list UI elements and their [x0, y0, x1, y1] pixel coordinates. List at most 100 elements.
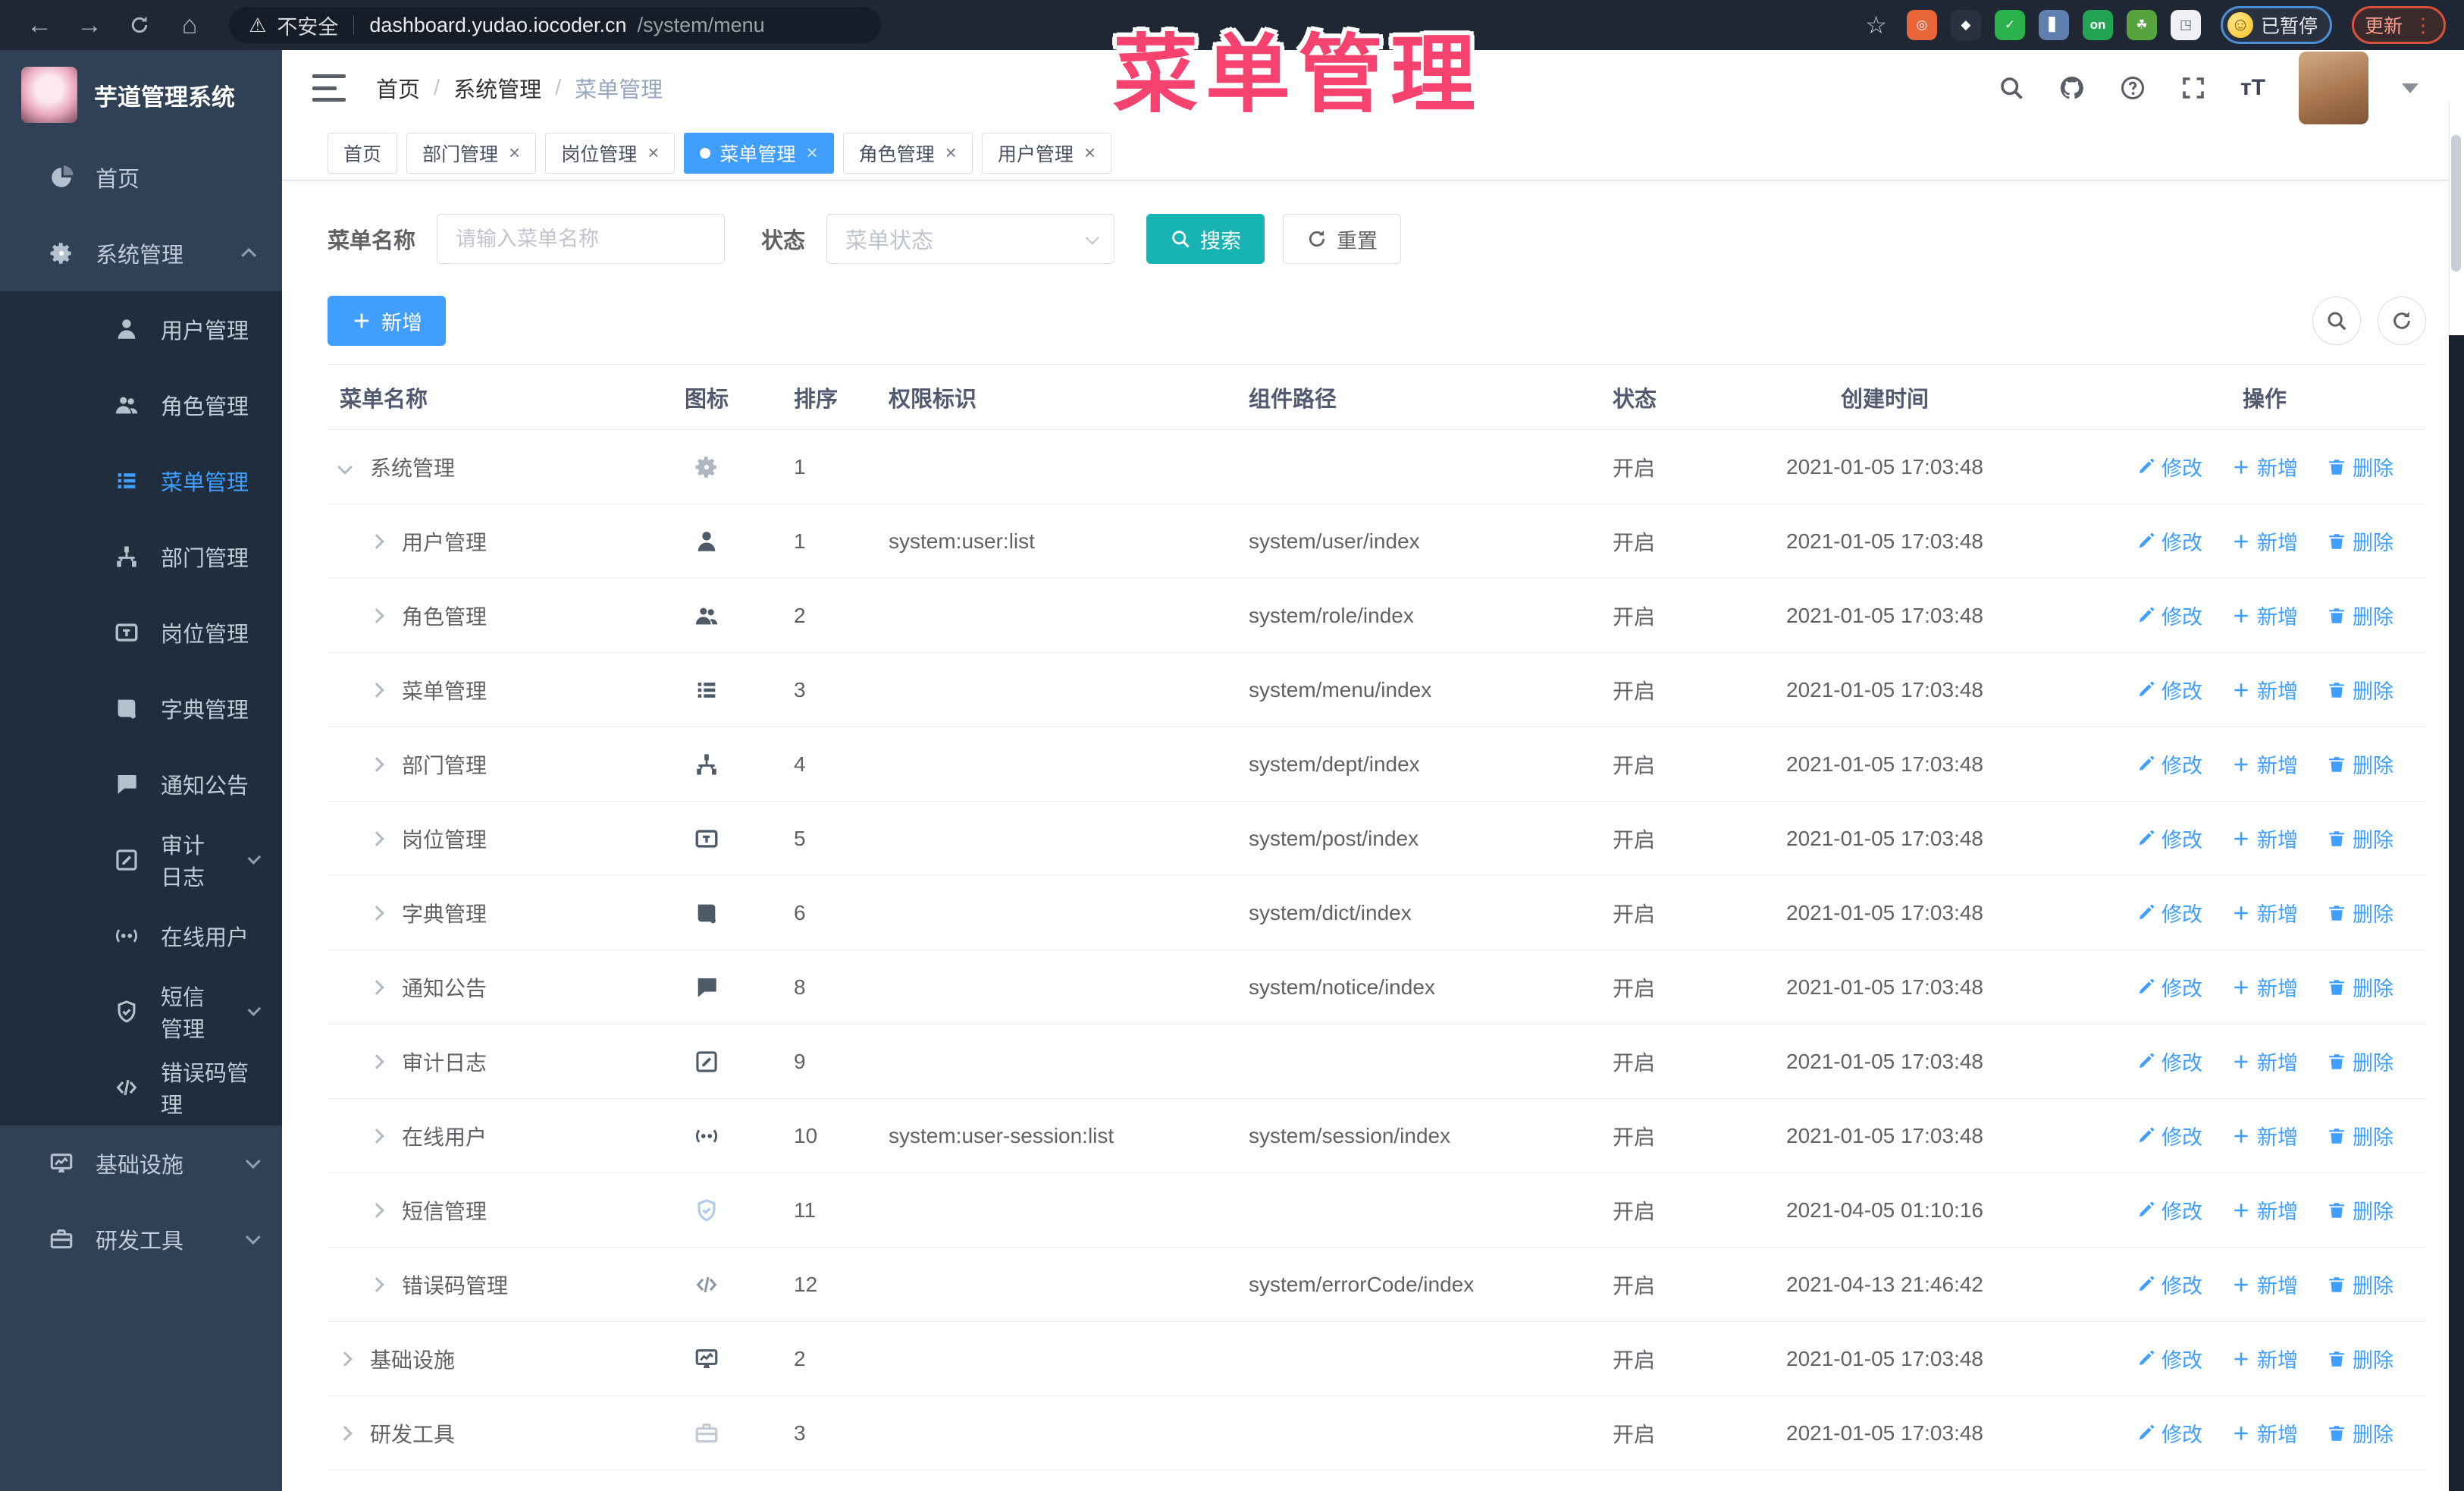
edit-link[interactable]: 修改 [2136, 601, 2202, 630]
status-select[interactable]: 菜单状态 [826, 214, 1115, 264]
expand-chevron-icon[interactable] [369, 979, 384, 995]
logo[interactable]: 芋道管理系统 [0, 50, 282, 140]
expand-chevron-icon[interactable] [337, 1425, 353, 1441]
delete-link[interactable]: 删除 [2327, 1121, 2393, 1150]
add-child-link[interactable]: 新增 [2231, 452, 2298, 482]
sidebar-item[interactable]: 字典管理 [0, 670, 282, 746]
delete-link[interactable]: 删除 [2327, 452, 2393, 482]
expand-chevron-icon[interactable] [369, 1053, 384, 1069]
extension-icon[interactable]: ◎ [1906, 10, 1937, 40]
hamburger-menu-icon[interactable] [312, 74, 346, 102]
browser-home-button[interactable]: ⌂ [168, 7, 211, 43]
edit-link[interactable]: 修改 [2136, 898, 2202, 928]
extension-icon[interactable]: ▋ [2038, 10, 2069, 40]
edit-link[interactable]: 修改 [2136, 749, 2202, 779]
add-child-link[interactable]: 新增 [2231, 1121, 2298, 1150]
delete-link[interactable]: 删除 [2327, 749, 2393, 779]
expand-chevron-icon[interactable] [337, 459, 353, 475]
tab-close-icon[interactable]: × [1084, 141, 1096, 165]
add-child-link[interactable]: 新增 [2231, 749, 2298, 779]
tag-tab[interactable]: 菜单管理 × [684, 132, 834, 174]
delete-link[interactable]: 删除 [2327, 601, 2393, 630]
edit-link[interactable]: 修改 [2136, 452, 2202, 482]
add-child-link[interactable]: 新增 [2231, 1195, 2298, 1225]
expand-chevron-icon[interactable] [369, 756, 384, 772]
add-child-link[interactable]: 新增 [2231, 1047, 2298, 1076]
browser-forward-button[interactable]: → [68, 7, 111, 43]
tag-tab[interactable]: 角色管理 × [842, 132, 973, 174]
browser-update-button[interactable]: 更新 ⋮ [2351, 6, 2446, 44]
add-child-link[interactable]: 新增 [2231, 972, 2298, 1002]
bookmark-star-icon[interactable]: ☆ [1865, 11, 1887, 39]
tab-close-icon[interactable]: × [509, 141, 520, 165]
delete-link[interactable]: 删除 [2327, 1195, 2393, 1225]
expand-chevron-icon[interactable] [369, 682, 384, 698]
delete-link[interactable]: 删除 [2327, 898, 2393, 928]
browser-reload-button[interactable] [118, 7, 161, 43]
expand-chevron-icon[interactable] [369, 830, 384, 846]
toggle-search-button[interactable] [2312, 297, 2361, 345]
delete-link[interactable]: 删除 [2327, 1418, 2393, 1448]
delete-link[interactable]: 删除 [2327, 824, 2393, 853]
add-child-link[interactable]: 新增 [2231, 526, 2298, 556]
edit-link[interactable]: 修改 [2136, 1344, 2202, 1373]
avatar-dropdown-caret-icon[interactable] [2402, 83, 2419, 93]
sidebar-item[interactable]: 菜单管理 [0, 443, 282, 519]
edit-link[interactable]: 修改 [2136, 1121, 2202, 1150]
edit-link[interactable]: 修改 [2136, 675, 2202, 705]
extension-icon[interactable]: on [2082, 10, 2113, 40]
delete-link[interactable]: 删除 [2327, 1270, 2393, 1299]
page-scrollbar[interactable] [2449, 100, 2464, 1491]
add-child-link[interactable]: 新增 [2231, 1344, 2298, 1373]
delete-link[interactable]: 删除 [2327, 1344, 2393, 1373]
user-avatar[interactable] [2299, 52, 2368, 124]
help-icon[interactable] [2119, 74, 2146, 102]
browser-back-button[interactable]: ← [18, 7, 61, 43]
sidebar-item[interactable]: 角色管理 [0, 367, 282, 443]
tag-tab[interactable]: 首页 [328, 132, 398, 174]
expand-chevron-icon[interactable] [369, 1276, 384, 1292]
paused-extension-badge[interactable]: ☺ 已暂停 [2220, 6, 2332, 44]
github-icon[interactable] [2058, 74, 2086, 102]
add-child-link[interactable]: 新增 [2231, 1418, 2298, 1448]
sidebar-item[interactable]: 部门管理 [0, 519, 282, 595]
sidebar-item[interactable]: 审计日志 [0, 822, 282, 898]
tab-close-icon[interactable]: × [945, 141, 957, 165]
expand-chevron-icon[interactable] [369, 533, 384, 549]
extension-icon[interactable]: ◳ [2170, 10, 2201, 40]
sidebar-item[interactable]: 短信管理 [0, 974, 282, 1050]
sidebar-item[interactable]: 错误码管理 [0, 1050, 282, 1125]
add-child-link[interactable]: 新增 [2231, 675, 2298, 705]
delete-link[interactable]: 删除 [2327, 526, 2393, 556]
menu-name-input[interactable] [437, 214, 726, 264]
tag-tab[interactable]: 部门管理 × [406, 132, 537, 174]
breadcrumb-system[interactable]: 系统管理 [453, 72, 541, 104]
delete-link[interactable]: 删除 [2327, 675, 2393, 705]
extension-icon[interactable]: ✓ [1994, 10, 2025, 40]
edit-link[interactable]: 修改 [2136, 1195, 2202, 1225]
sidebar-item[interactable]: 研发工具 [0, 1201, 282, 1277]
add-child-link[interactable]: 新增 [2231, 1270, 2298, 1299]
scrollbar-thumb[interactable] [2451, 135, 2461, 272]
edit-link[interactable]: 修改 [2136, 1418, 2202, 1448]
edit-link[interactable]: 修改 [2136, 1047, 2202, 1076]
reset-button[interactable]: 重置 [1283, 214, 1402, 264]
edit-link[interactable]: 修改 [2136, 526, 2202, 556]
extension-icon[interactable]: ☘ [2126, 10, 2157, 40]
fullscreen-icon[interactable] [2180, 74, 2207, 102]
edit-link[interactable]: 修改 [2136, 1270, 2202, 1299]
search-icon[interactable] [1998, 74, 2025, 102]
delete-link[interactable]: 删除 [2327, 1047, 2393, 1076]
expand-chevron-icon[interactable] [369, 1128, 384, 1144]
tab-close-icon[interactable]: × [647, 141, 659, 165]
tab-close-icon[interactable]: × [806, 141, 817, 165]
address-bar[interactable]: ⚠ 不安全 dashboard.yudao.iocoder.cn/system/… [229, 7, 881, 43]
sidebar-item[interactable]: 首页 [0, 140, 282, 215]
sidebar-item[interactable]: 岗位管理 [0, 595, 282, 670]
expand-chevron-icon[interactable] [369, 1202, 384, 1218]
edit-link[interactable]: 修改 [2136, 972, 2202, 1002]
add-child-link[interactable]: 新增 [2231, 898, 2298, 928]
add-child-link[interactable]: 新增 [2231, 601, 2298, 630]
extension-icon[interactable]: ◆ [1950, 10, 1981, 40]
refresh-table-button[interactable] [2378, 297, 2426, 345]
